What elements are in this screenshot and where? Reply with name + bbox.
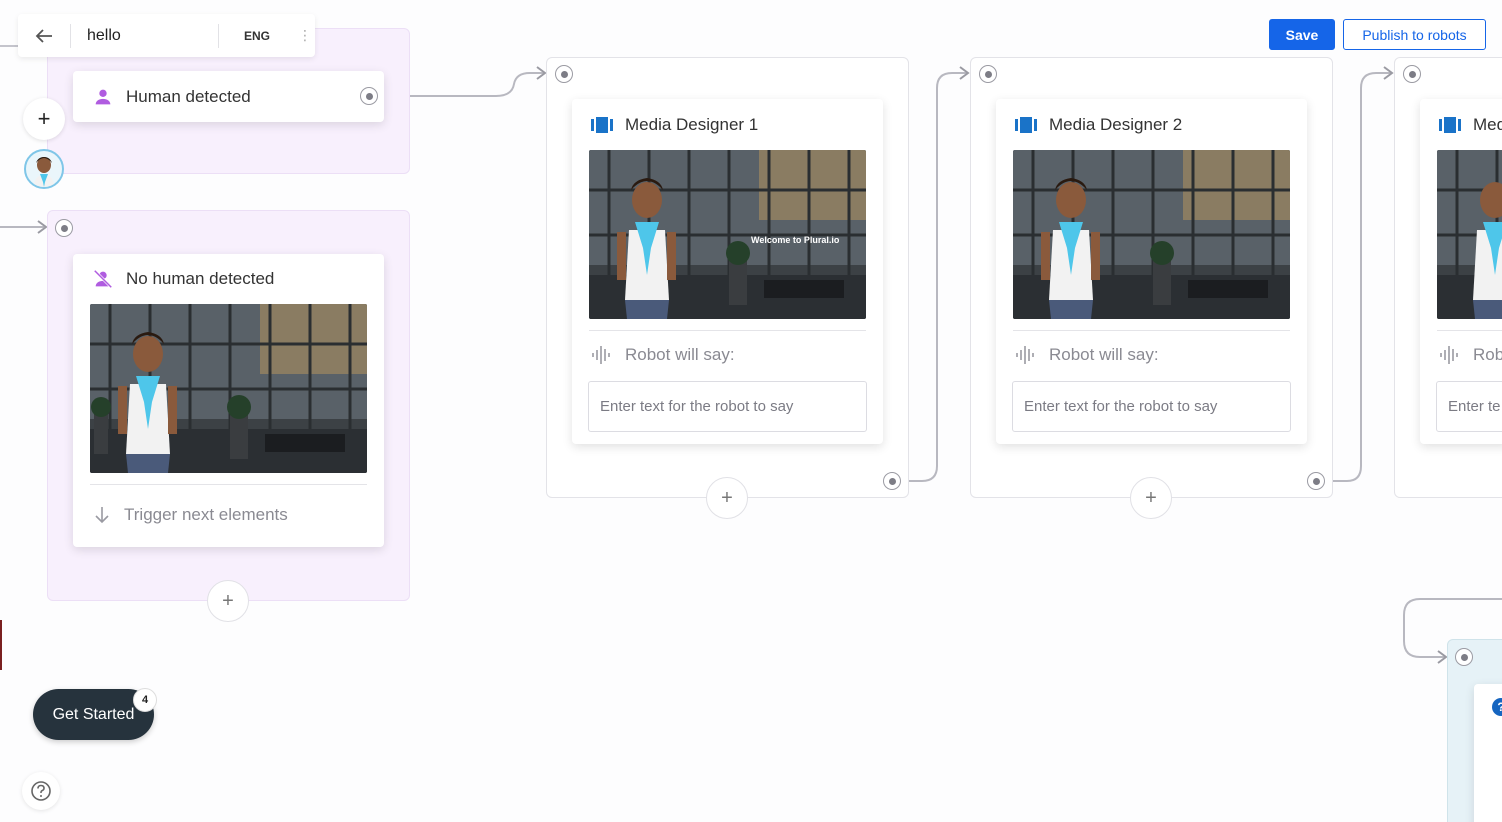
node-no-human-detected[interactable]: No human detected Trigger next elements <box>73 254 384 547</box>
trigger-next-row[interactable]: Trigger next elements <box>92 504 288 526</box>
trigger-label: Trigger next elements <box>124 505 288 524</box>
divider <box>589 330 866 331</box>
language-selector[interactable]: ENG <box>219 29 295 43</box>
robot-say-row: Robot will say: <box>1015 343 1159 367</box>
window-edge-accent <box>0 620 2 670</box>
help-button[interactable] <box>22 772 60 810</box>
add-node-button[interactable]: + <box>1130 477 1172 519</box>
node-media-designer-3[interactable]: Med Rob Enter te <box>1420 99 1502 444</box>
media-icon <box>1015 117 1037 133</box>
flow-title-bar: hello ENG ⋮ <box>18 14 315 57</box>
node-label: Media Designer 2 <box>1049 115 1183 134</box>
publish-button[interactable]: Publish to robots <box>1343 19 1486 50</box>
node-partial-bottom[interactable]: ? <box>1474 684 1502 822</box>
divider <box>1437 330 1502 331</box>
media-overlay-text: Welcome to Plural.io <box>751 235 840 245</box>
add-node-button[interactable]: + <box>706 477 748 519</box>
input-port[interactable] <box>979 65 997 83</box>
robot-say-placeholder: Enter te <box>1448 398 1501 415</box>
media-preview-image <box>1013 150 1290 319</box>
node-label: Human detected <box>126 86 251 106</box>
kebab-vertical-icon[interactable]: ⋮ <box>295 27 315 44</box>
audio-wave-icon <box>1016 346 1034 364</box>
media-icon <box>1439 117 1461 133</box>
robot-say-input[interactable]: Enter text for the robot to say <box>588 381 867 432</box>
robot-say-input[interactable]: Enter text for the robot to say <box>1012 381 1291 432</box>
help-circle-icon <box>31 781 51 801</box>
add-node-button[interactable]: + <box>207 580 249 622</box>
get-started-badge: 4 <box>133 688 157 712</box>
node-label: Med <box>1473 115 1502 134</box>
node-media-designer-2[interactable]: Media Designer 2 Robot will say: Enter t… <box>996 99 1307 444</box>
input-port[interactable] <box>555 65 573 83</box>
info-icon: ? <box>1492 698 1502 716</box>
node-label: No human detected <box>126 269 275 288</box>
save-button[interactable]: Save <box>1269 19 1335 50</box>
input-port[interactable] <box>1455 648 1473 666</box>
divider <box>1013 330 1290 331</box>
node-media-designer-1[interactable]: Media Designer 1 Welcome to Plural.io Ro… <box>572 99 883 444</box>
robot-say-row: Rob <box>1439 343 1502 367</box>
output-port[interactable] <box>883 472 901 490</box>
node-label: Media Designer 1 <box>625 115 759 134</box>
media-preview-image <box>1437 150 1502 319</box>
robot-say-placeholder: Enter text for the robot to say <box>600 398 794 415</box>
input-port[interactable] <box>1403 65 1421 83</box>
robot-say-label: Rob <box>1473 345 1502 364</box>
add-trigger-button[interactable]: + <box>23 98 65 140</box>
robot-say-input[interactable]: Enter te <box>1436 381 1502 432</box>
audio-wave-icon <box>1440 346 1458 364</box>
node-human-detected[interactable]: Human detected <box>73 71 384 122</box>
person-icon <box>95 89 111 104</box>
avatar-preview-image <box>90 304 367 473</box>
divider <box>90 484 367 485</box>
back-button[interactable] <box>18 14 70 57</box>
output-port[interactable] <box>360 87 378 105</box>
arrow-down-icon <box>95 507 109 524</box>
robot-say-row: Robot will say: <box>591 343 735 367</box>
avatar[interactable] <box>24 149 64 189</box>
audio-wave-icon <box>592 346 610 364</box>
flow-title[interactable]: hello <box>71 27 218 45</box>
person-off-icon <box>93 269 113 289</box>
robot-say-placeholder: Enter text for the robot to say <box>1024 398 1218 415</box>
robot-say-label: Robot will say: <box>625 345 735 364</box>
robot-say-label: Robot will say: <box>1049 345 1159 364</box>
input-port[interactable] <box>55 219 73 237</box>
output-port[interactable] <box>1307 472 1325 490</box>
media-icon <box>591 117 613 133</box>
media-preview-image: Welcome to Plural.io <box>589 150 866 319</box>
canvas-left-edge <box>0 0 3 822</box>
arrow-left-icon <box>35 28 52 43</box>
